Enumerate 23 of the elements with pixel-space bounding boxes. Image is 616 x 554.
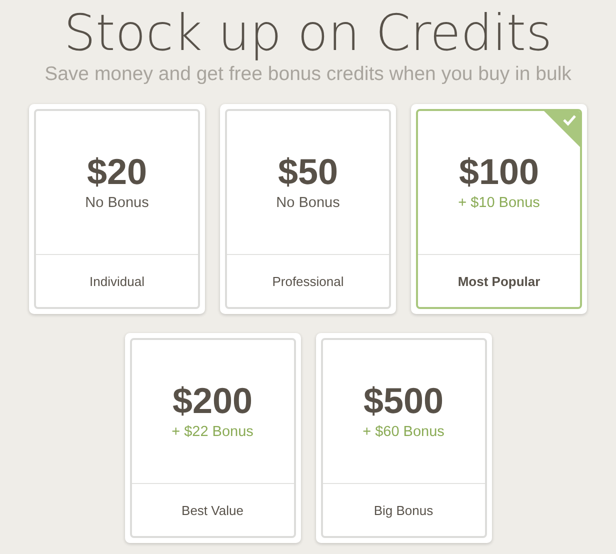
credit-package-card[interactable]: $200 + $22 Bonus Best Value (124, 333, 300, 543)
package-label: Best Value (182, 502, 244, 518)
credit-package-card[interactable]: $500 + $60 Bonus Big Bonus (316, 333, 492, 543)
package-label: Professional (272, 274, 344, 288)
bonus-text: No Bonus (276, 195, 340, 211)
price: $500 (363, 380, 444, 422)
price: $200 (172, 380, 253, 422)
bonus-text: + $60 Bonus (362, 424, 444, 440)
package-label: Individual (90, 274, 144, 288)
credit-package-card[interactable]: $100 + $10 Bonus Most Popular (411, 104, 587, 314)
page-title: Stock up on Credits (64, 4, 552, 62)
credit-package-card[interactable]: $50 No Bonus Professional (220, 104, 396, 314)
price: $100 (458, 151, 540, 193)
credit-package-card[interactable]: $20 No Bonus Individual (29, 104, 205, 314)
bonus-text: + $22 Bonus (172, 424, 254, 440)
check-corner-icon (544, 111, 580, 147)
page-subtitle: Save money and get free bonus credits when you buy in bulk (44, 63, 572, 85)
package-label: Big Bonus (374, 502, 434, 518)
price: $50 (278, 151, 338, 193)
bonus-text: + $10 Bonus (458, 195, 540, 211)
price: $20 (86, 151, 148, 193)
package-label: Most Popular (458, 274, 540, 288)
bonus-text: No Bonus (85, 195, 149, 211)
